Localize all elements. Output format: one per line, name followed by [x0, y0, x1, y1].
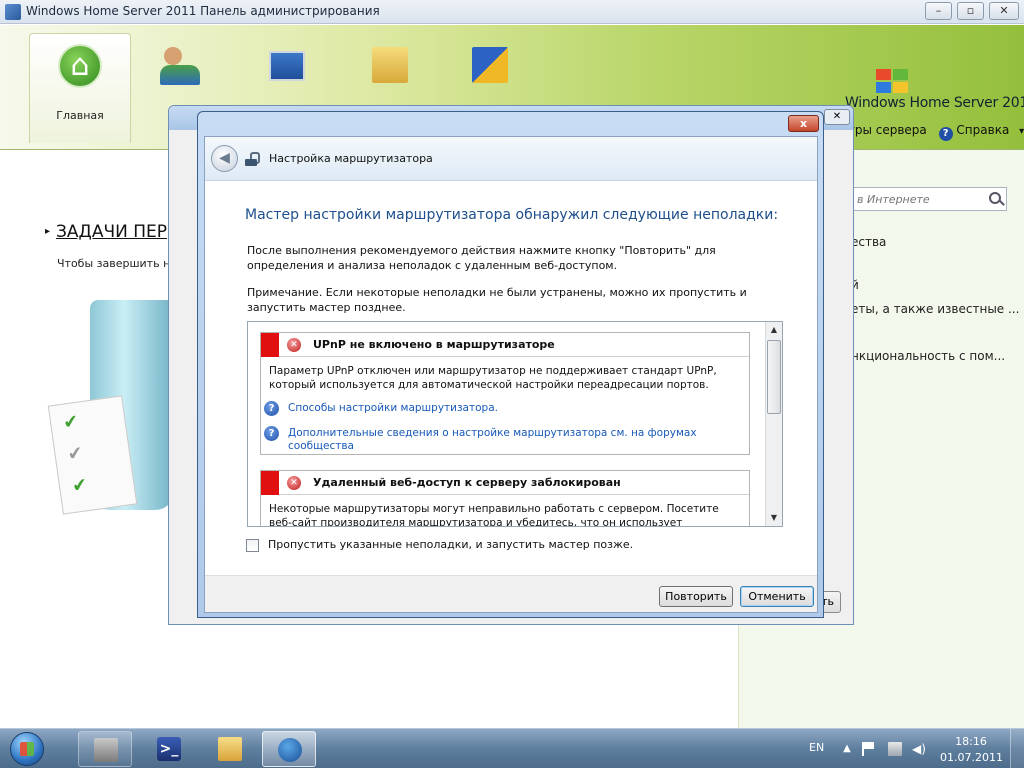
- network-icon[interactable]: [888, 742, 902, 756]
- issue-header: ✕ Удаленный веб-доступ к серверу заблоки…: [261, 471, 749, 495]
- powershell-icon: >_: [157, 737, 181, 761]
- windows-start-icon: [10, 732, 44, 766]
- clock-time[interactable]: 18:16: [945, 735, 997, 748]
- storage-icon: [368, 43, 412, 87]
- checklist-icon: ✔ ✔ ✔: [47, 395, 138, 515]
- right-panel-line[interactable]: нкциональность с пом...: [851, 349, 1005, 363]
- app-icon: [5, 4, 21, 20]
- error-icon: ✕: [287, 338, 301, 352]
- issue-description: Некоторые маршрутизаторы могут неправиль…: [269, 503, 719, 527]
- show-desktop-button[interactable]: [1010, 729, 1024, 768]
- tasks-illustration: ✔ ✔ ✔: [47, 300, 175, 520]
- tray-expand-icon[interactable]: ▲: [840, 742, 854, 756]
- tasks-description: Чтобы завершить на: [57, 257, 178, 270]
- cancel-button[interactable]: Отменить: [740, 586, 814, 607]
- help-icon: ?: [264, 401, 279, 416]
- help-icon[interactable]: ?: [938, 127, 953, 141]
- wizard-body: ◀ Настройка маршрутизатора Мастер настро…: [204, 136, 818, 613]
- app-title: Windows Home Server 2011 Панель админист…: [26, 4, 380, 18]
- router-icon: [245, 152, 261, 166]
- wizard-title: Настройка маршрутизатора: [269, 152, 433, 165]
- help-menu[interactable]: Справка: [956, 123, 1009, 137]
- issue-title: Удаленный веб-доступ к серверу заблокиро…: [313, 476, 621, 489]
- search-icon[interactable]: [989, 192, 1001, 204]
- help-link-text[interactable]: Дополнительные сведения о настройке марш…: [288, 427, 718, 453]
- search-box[interactable]: [852, 187, 1007, 211]
- skip-issues-label[interactable]: Пропустить указанные неполадки, и запуст…: [268, 538, 633, 551]
- issue-description: Параметр UPnP отключен или маршрутизатор…: [269, 365, 717, 391]
- right-panel-line[interactable]: ества: [851, 235, 886, 249]
- router-setup-wizard: x ◀ Настройка маршрутизатора Мастер наст…: [197, 111, 824, 618]
- users-icon: [158, 43, 202, 87]
- clock-date[interactable]: 01.07.2011: [940, 751, 1003, 764]
- maximize-button[interactable]: ▫: [957, 2, 984, 20]
- issue-header: ✕ UPnP не включено в маршрутизаторе: [261, 333, 749, 357]
- taskbar-explorer[interactable]: [203, 731, 257, 767]
- scroll-up-icon[interactable]: ▲: [766, 322, 782, 338]
- wizard-header: ◀ Настройка маршрутизатора: [205, 137, 817, 181]
- taskbar-server-manager[interactable]: [78, 731, 132, 767]
- back-arrow-icon: ◀: [219, 150, 230, 166]
- windows-logo-icon: [876, 69, 910, 95]
- issue-item: ✕ Удаленный веб-доступ к серверу заблоки…: [260, 470, 750, 527]
- error-icon: ✕: [287, 476, 301, 490]
- minimize-button[interactable]: –: [925, 2, 952, 20]
- chevron-down-icon[interactable]: ▾: [1019, 126, 1024, 137]
- instruction-text: После выполнения рекомендуемого действия…: [247, 244, 716, 272]
- expand-arrow-icon: ▸: [45, 226, 51, 237]
- volume-icon[interactable]: ◀): [912, 742, 926, 756]
- folder-icon: [218, 737, 242, 761]
- help-link-text[interactable]: Способы настройки маршрутизатора.: [288, 402, 718, 415]
- help-icon: ?: [264, 426, 279, 441]
- taskbar: >_ EN ▲ ◀) 18:16 01.07.2011: [0, 728, 1024, 768]
- addins-icon: [468, 43, 512, 87]
- issue-item: ✕ UPnP не включено в маршрутизаторе Пара…: [260, 332, 750, 455]
- issue-list-scrollbar[interactable]: ▲ ▼: [765, 322, 782, 526]
- app-titlebar[interactable]: Windows Home Server 2011 Панель админист…: [0, 0, 1024, 24]
- severity-flag: [261, 333, 279, 357]
- taskbar-powershell[interactable]: >_: [142, 731, 196, 767]
- close-button[interactable]: ✕: [989, 2, 1019, 20]
- tab-home[interactable]: Главная: [29, 33, 131, 143]
- back-button[interactable]: ◀: [211, 145, 238, 172]
- header-tools: нтры сервера ? Справка ▾: [840, 123, 1024, 141]
- tab-label: Главная: [56, 109, 104, 122]
- wizard-close-button[interactable]: x: [788, 115, 819, 132]
- server-manager-icon: [94, 738, 118, 762]
- devices-icon: [263, 43, 307, 87]
- scroll-down-icon[interactable]: ▼: [766, 510, 782, 526]
- search-input[interactable]: [857, 191, 982, 207]
- right-panel-line[interactable]: еты, а также известные ...: [851, 302, 1019, 316]
- issue-title: UPnP не включено в маршрутизаторе: [313, 338, 555, 351]
- scroll-thumb[interactable]: [767, 340, 781, 414]
- background-dialog-close-button[interactable]: ✕: [824, 109, 850, 125]
- brand-name: Windows Home Server 2011: [845, 95, 1024, 111]
- start-button[interactable]: [2, 729, 52, 768]
- skip-issues-checkbox[interactable]: [246, 539, 259, 552]
- language-indicator[interactable]: EN: [809, 741, 824, 754]
- action-center-flag-icon[interactable]: [862, 742, 876, 756]
- taskbar-dashboard[interactable]: [262, 731, 316, 767]
- home-icon: [58, 44, 102, 88]
- severity-flag: [261, 471, 279, 495]
- wizard-heading: Мастер настройки маршрутизатора обнаружи…: [245, 207, 779, 223]
- retry-button[interactable]: Повторить: [659, 586, 733, 607]
- issue-list[interactable]: ✕ UPnP не включено в маршрутизаторе Пара…: [247, 321, 783, 527]
- dashboard-icon: [278, 738, 302, 762]
- tasks-section-title[interactable]: ▸ ЗАДАЧИ ПЕР: [45, 222, 167, 242]
- wizard-footer: Повторить Отменить: [205, 575, 817, 612]
- note-text: Примечание. Если некоторые неполадки не …: [247, 286, 747, 314]
